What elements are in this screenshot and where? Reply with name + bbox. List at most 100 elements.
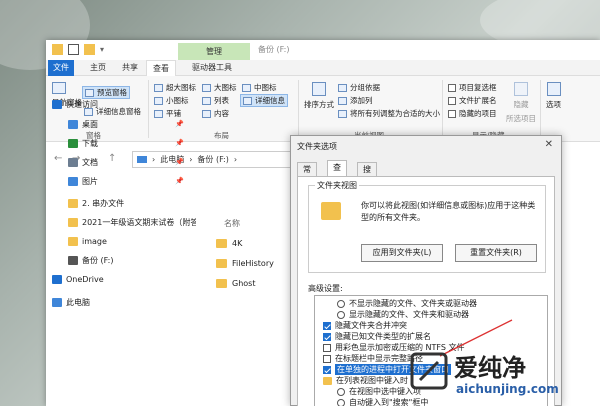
sidebar-item[interactable]: 下载 📌: [68, 135, 212, 151]
settings-item[interactable]: 在列表视图中键入时: [323, 375, 408, 386]
sort-label: 排序方式: [304, 100, 334, 109]
navigation-pane: 快速访问 桌面 📌 下载 📌 文档 📌 图片 📌 2. 串办文件 2021一年级语文期末试卷（附答案…: [46, 99, 206, 406]
settings-item[interactable]: 不显示隐藏的文件、文件夹或驱动器: [337, 298, 477, 309]
sidebar-item-label: 此电脑: [66, 297, 90, 307]
group-by-icon: [338, 83, 347, 92]
tab-file[interactable]: 文件: [48, 60, 74, 76]
folder-view-description: 你可以将此视图(如详细信息或图标)应用于这种类型的所有文件夹。: [361, 201, 536, 222]
hidden-items-option[interactable]: 隐藏的项目: [448, 108, 497, 119]
close-icon[interactable]: ✕: [545, 139, 553, 150]
file-ext-option[interactable]: 文件扩展名: [448, 95, 497, 106]
folder-icon: [68, 236, 78, 246]
pin-icon[interactable]: 📌: [175, 177, 184, 185]
list-item[interactable]: Ghost: [216, 279, 255, 288]
tab-view[interactable]: 查看: [327, 160, 347, 186]
m-icons-option[interactable]: 中图标: [242, 82, 277, 93]
sidebar-item[interactable]: 文档 📌: [68, 154, 212, 170]
sidebar-item-label: 2021一年级语文期末试卷（附答案: [82, 217, 207, 227]
sidebar-item-label: 下载: [82, 138, 98, 148]
folder-icon: [216, 239, 227, 248]
tab-search[interactable]: 搜索: [357, 162, 377, 188]
logo-icon: [410, 352, 448, 390]
checkbox-checked[interactable]: [323, 365, 331, 374]
settings-item[interactable]: 在视图中选中键入项: [337, 386, 421, 397]
radio-button[interactable]: [337, 310, 345, 319]
pin-icon[interactable]: 📌: [175, 158, 184, 166]
settings-item-label: 在列表视图中键入时: [336, 376, 408, 385]
ribbon-tabs: 文件 主页 共享 查看 驱动器工具: [46, 60, 600, 77]
sidebar-item[interactable]: 桌面 📌: [68, 116, 212, 132]
settings-item[interactable]: 隐藏已知文件类型的扩展名: [323, 331, 431, 342]
checkbox[interactable]: [323, 343, 331, 352]
sidebar-item[interactable]: image: [68, 233, 212, 249]
xl-icons-option[interactable]: 超大图标: [154, 82, 196, 93]
group-by-button[interactable]: 分组依据: [338, 82, 380, 93]
pin-icon[interactable]: 📌: [175, 120, 184, 128]
settings-item[interactable]: 在标题栏中显示完整路径: [323, 353, 423, 364]
tab-general[interactable]: 常规: [297, 162, 317, 188]
column-header-name[interactable]: 名称: [224, 218, 240, 229]
tab-share[interactable]: 共享: [116, 60, 144, 76]
pin-icon[interactable]: 📌: [175, 139, 184, 147]
hide-selected-label: 所选项目: [506, 114, 536, 123]
sidebar-item[interactable]: 备份 (F:): [68, 252, 212, 268]
settings-item-label: 不显示隐藏的文件、文件夹或驱动器: [349, 299, 477, 308]
checkbox-icon: [448, 109, 456, 118]
title-bar: ▾ 管理 备份 (F:): [46, 40, 600, 60]
checkbox-checked[interactable]: [323, 332, 331, 341]
content-label: 内容: [214, 109, 229, 118]
options-button[interactable]: 选项: [546, 82, 561, 110]
chevron-down-icon[interactable]: ▾: [100, 44, 111, 55]
hide-icon: [514, 82, 528, 96]
picture-icon: [68, 176, 78, 186]
settings-item-label: 隐藏已知文件类型的扩展名: [335, 332, 431, 341]
group-by-label: 分组依据: [350, 83, 380, 92]
apply-to-folders-button[interactable]: 应用到文件夹(L): [361, 244, 443, 262]
cloud-icon: [52, 274, 62, 284]
sidebar-item[interactable]: 2021一年级语文期末试卷（附答案: [68, 214, 212, 230]
list-icon: [202, 96, 211, 105]
checkbox[interactable]: [323, 354, 331, 363]
hide-selected-button[interactable]: 隐藏 所选项目: [506, 82, 536, 124]
tab-home[interactable]: 主页: [84, 60, 112, 76]
checkbox-checked[interactable]: [323, 321, 331, 330]
settings-item[interactable]: 显示隐藏的文件、文件夹和驱动器: [337, 309, 469, 320]
watermark: 爱纯净 aichunjing.com: [410, 348, 600, 406]
radio-button[interactable]: [337, 387, 345, 396]
sidebar-item[interactable]: 2. 串办文件: [68, 195, 212, 211]
add-column-button[interactable]: 添加列: [338, 95, 373, 106]
list-item[interactable]: FileHistory: [216, 259, 274, 268]
tab-drive-tools[interactable]: 驱动器工具: [186, 60, 238, 76]
sidebar-item[interactable]: OneDrive: [52, 271, 196, 287]
reset-folders-button[interactable]: 重置文件夹(R): [455, 244, 537, 262]
window-title: 备份 (F:): [258, 45, 290, 54]
radio-button[interactable]: [337, 299, 345, 308]
tab-view[interactable]: 查看: [146, 60, 176, 77]
sort-button[interactable]: 排序方式: [304, 82, 334, 110]
m-icons-label: 中图标: [254, 83, 277, 92]
folder-icon[interactable]: [323, 376, 332, 385]
sidebar-item[interactable]: 此电脑: [52, 294, 196, 310]
item-checkbox-option[interactable]: 项目复选框: [448, 82, 497, 93]
context-tab-manage[interactable]: 管理: [178, 43, 250, 60]
details-option[interactable]: 详细信息: [240, 94, 288, 107]
sidebar-item[interactable]: 快速访问: [52, 96, 196, 112]
list-item[interactable]: 4K: [216, 239, 242, 248]
radio-button[interactable]: [337, 398, 345, 406]
sidebar-item-label: 备份 (F:): [82, 255, 114, 265]
sidebar-item[interactable]: 图片 📌: [68, 173, 212, 189]
group-layout: 布局: [214, 131, 229, 140]
properties-icon[interactable]: [68, 44, 79, 55]
settings-item[interactable]: 隐藏文件夹合并冲突: [323, 320, 407, 331]
l-icons-icon: [202, 83, 211, 92]
fit-columns-button[interactable]: 将所有列调整为合适的大小: [338, 108, 440, 119]
l-icons-label: 大图标: [214, 83, 237, 92]
sidebar-item-label: 桌面: [82, 119, 98, 129]
details-label: 详细信息: [255, 96, 285, 105]
divider: [540, 80, 541, 138]
back-icon[interactable]: ←: [54, 153, 62, 164]
l-icons-option[interactable]: 大图标: [202, 82, 237, 93]
list-option[interactable]: 列表: [202, 95, 229, 106]
divider: [442, 80, 443, 138]
new-folder-icon[interactable]: [84, 44, 95, 55]
